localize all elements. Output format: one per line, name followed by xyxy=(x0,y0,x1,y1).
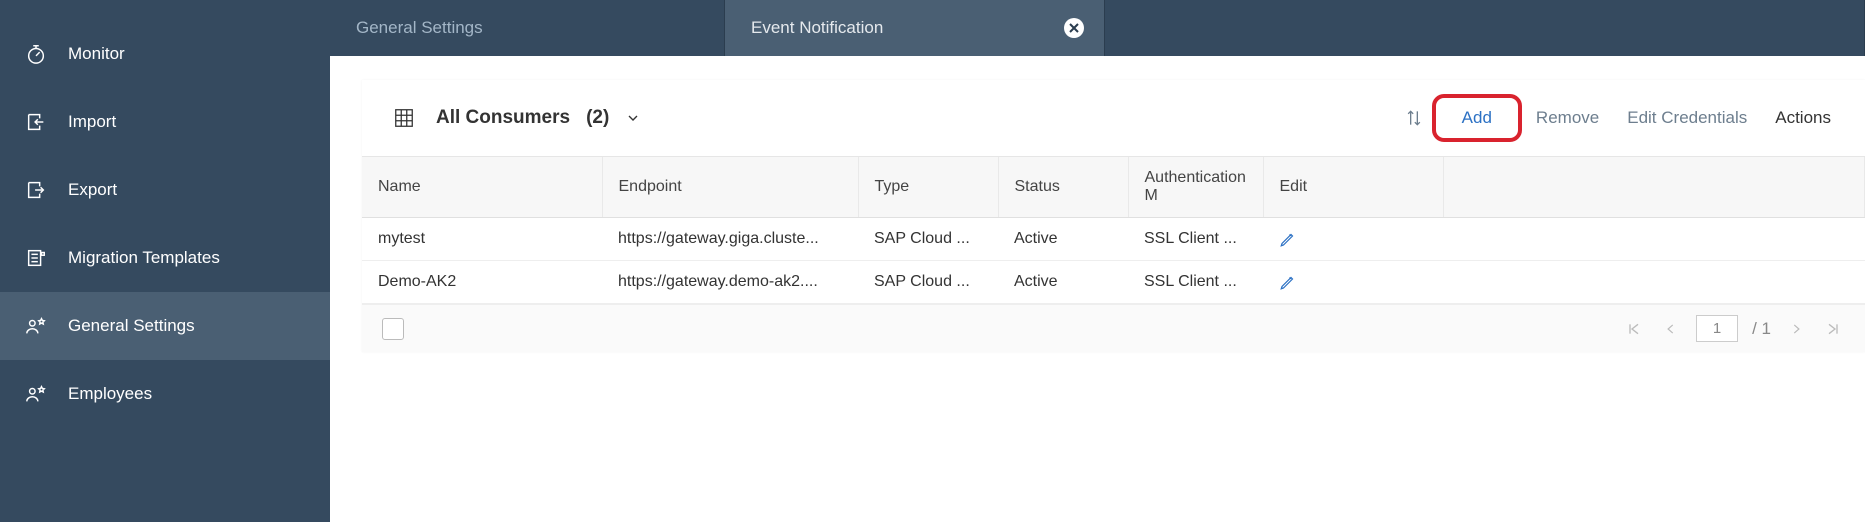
pencil-icon[interactable] xyxy=(1279,230,1427,248)
table-footer: / 1 xyxy=(362,304,1865,352)
tab-label: Event Notification xyxy=(751,18,883,38)
next-page-icon[interactable] xyxy=(1785,320,1807,338)
toolbar-left: All Consumers (2) xyxy=(392,106,641,130)
sidebar-item-label: Export xyxy=(68,180,117,200)
cell-type: SAP Cloud ... xyxy=(858,218,998,261)
content-panel: All Consumers (2) Add Remove Edit Creden… xyxy=(362,80,1865,352)
sidebar-item-monitor[interactable]: Monitor xyxy=(0,20,330,88)
first-page-icon[interactable] xyxy=(1622,319,1646,339)
sort-icon[interactable] xyxy=(1402,106,1426,130)
toolbar-title: All Consumers xyxy=(436,107,570,129)
toolbar-count: (2) xyxy=(586,107,609,129)
cell-edit xyxy=(1263,261,1443,304)
page-input[interactable] xyxy=(1696,315,1738,342)
sidebar-item-label: Monitor xyxy=(68,44,125,64)
remove-button[interactable]: Remove xyxy=(1522,102,1613,134)
grid-icon[interactable] xyxy=(392,106,416,130)
table-row[interactable]: Demo-AK2 https://gateway.demo-ak2.... SA… xyxy=(362,261,1865,304)
cell-status: Active xyxy=(998,218,1128,261)
main-area: General Settings Event Notification All … xyxy=(330,0,1865,522)
last-page-icon[interactable] xyxy=(1821,319,1845,339)
sidebar-item-export[interactable]: Export xyxy=(0,156,330,224)
chevron-down-icon[interactable] xyxy=(625,110,641,126)
col-filler xyxy=(1443,157,1865,218)
select-all-checkbox[interactable] xyxy=(382,318,404,340)
sidebar-item-label: General Settings xyxy=(68,316,195,336)
cell-auth: SSL Client ... xyxy=(1128,218,1263,261)
close-icon[interactable] xyxy=(1064,18,1084,38)
sidebar-item-label: Migration Templates xyxy=(68,248,220,268)
content-wrap: All Consumers (2) Add Remove Edit Creden… xyxy=(330,56,1865,352)
sidebar-item-label: Employees xyxy=(68,384,152,404)
pager: / 1 xyxy=(1622,315,1845,342)
cell-endpoint: https://gateway.demo-ak2.... xyxy=(602,261,858,304)
cell-status: Active xyxy=(998,261,1128,304)
tab-label: General Settings xyxy=(356,18,483,38)
sidebar-item-migration-templates[interactable]: Migration Templates xyxy=(0,224,330,292)
toolbar: All Consumers (2) Add Remove Edit Creden… xyxy=(362,80,1865,157)
tab-event-notification[interactable]: Event Notification xyxy=(725,0,1105,56)
tabs-bar: General Settings Event Notification xyxy=(330,0,1865,56)
col-endpoint[interactable]: Endpoint xyxy=(602,157,858,218)
pencil-icon[interactable] xyxy=(1279,273,1427,291)
cell-edit xyxy=(1263,218,1443,261)
col-type[interactable]: Type xyxy=(858,157,998,218)
people-star-icon xyxy=(24,314,48,338)
cell-endpoint: https://gateway.giga.cluste... xyxy=(602,218,858,261)
sidebar-item-employees[interactable]: Employees xyxy=(0,360,330,428)
consumers-table: Name Endpoint Type Status Authentication… xyxy=(362,157,1865,304)
col-name[interactable]: Name xyxy=(362,157,602,218)
cell-name: mytest xyxy=(362,218,602,261)
cell-auth: SSL Client ... xyxy=(1128,261,1263,304)
tab-general-settings[interactable]: General Settings xyxy=(330,0,725,56)
edit-credentials-button[interactable]: Edit Credentials xyxy=(1613,102,1761,134)
export-icon xyxy=(24,178,48,202)
sidebar: Monitor Import Export Migration Template… xyxy=(0,0,330,522)
page-total: / 1 xyxy=(1752,319,1771,339)
col-auth[interactable]: Authentication M xyxy=(1128,157,1263,218)
col-edit[interactable]: Edit xyxy=(1263,157,1443,218)
col-status[interactable]: Status xyxy=(998,157,1128,218)
import-icon xyxy=(24,110,48,134)
add-button[interactable]: Add xyxy=(1448,102,1506,134)
prev-page-icon[interactable] xyxy=(1660,320,1682,338)
stopwatch-icon xyxy=(24,42,48,66)
sidebar-item-label: Import xyxy=(68,112,116,132)
templates-icon xyxy=(24,246,48,270)
sidebar-item-import[interactable]: Import xyxy=(0,88,330,156)
cell-name: Demo-AK2 xyxy=(362,261,602,304)
tabs-filler xyxy=(1105,0,1865,56)
people-star-icon xyxy=(24,382,48,406)
actions-button[interactable]: Actions xyxy=(1761,102,1845,134)
table-row[interactable]: mytest https://gateway.giga.cluste... SA… xyxy=(362,218,1865,261)
add-button-highlight: Add xyxy=(1432,94,1522,142)
cell-type: SAP Cloud ... xyxy=(858,261,998,304)
sidebar-item-general-settings[interactable]: General Settings xyxy=(0,292,330,360)
